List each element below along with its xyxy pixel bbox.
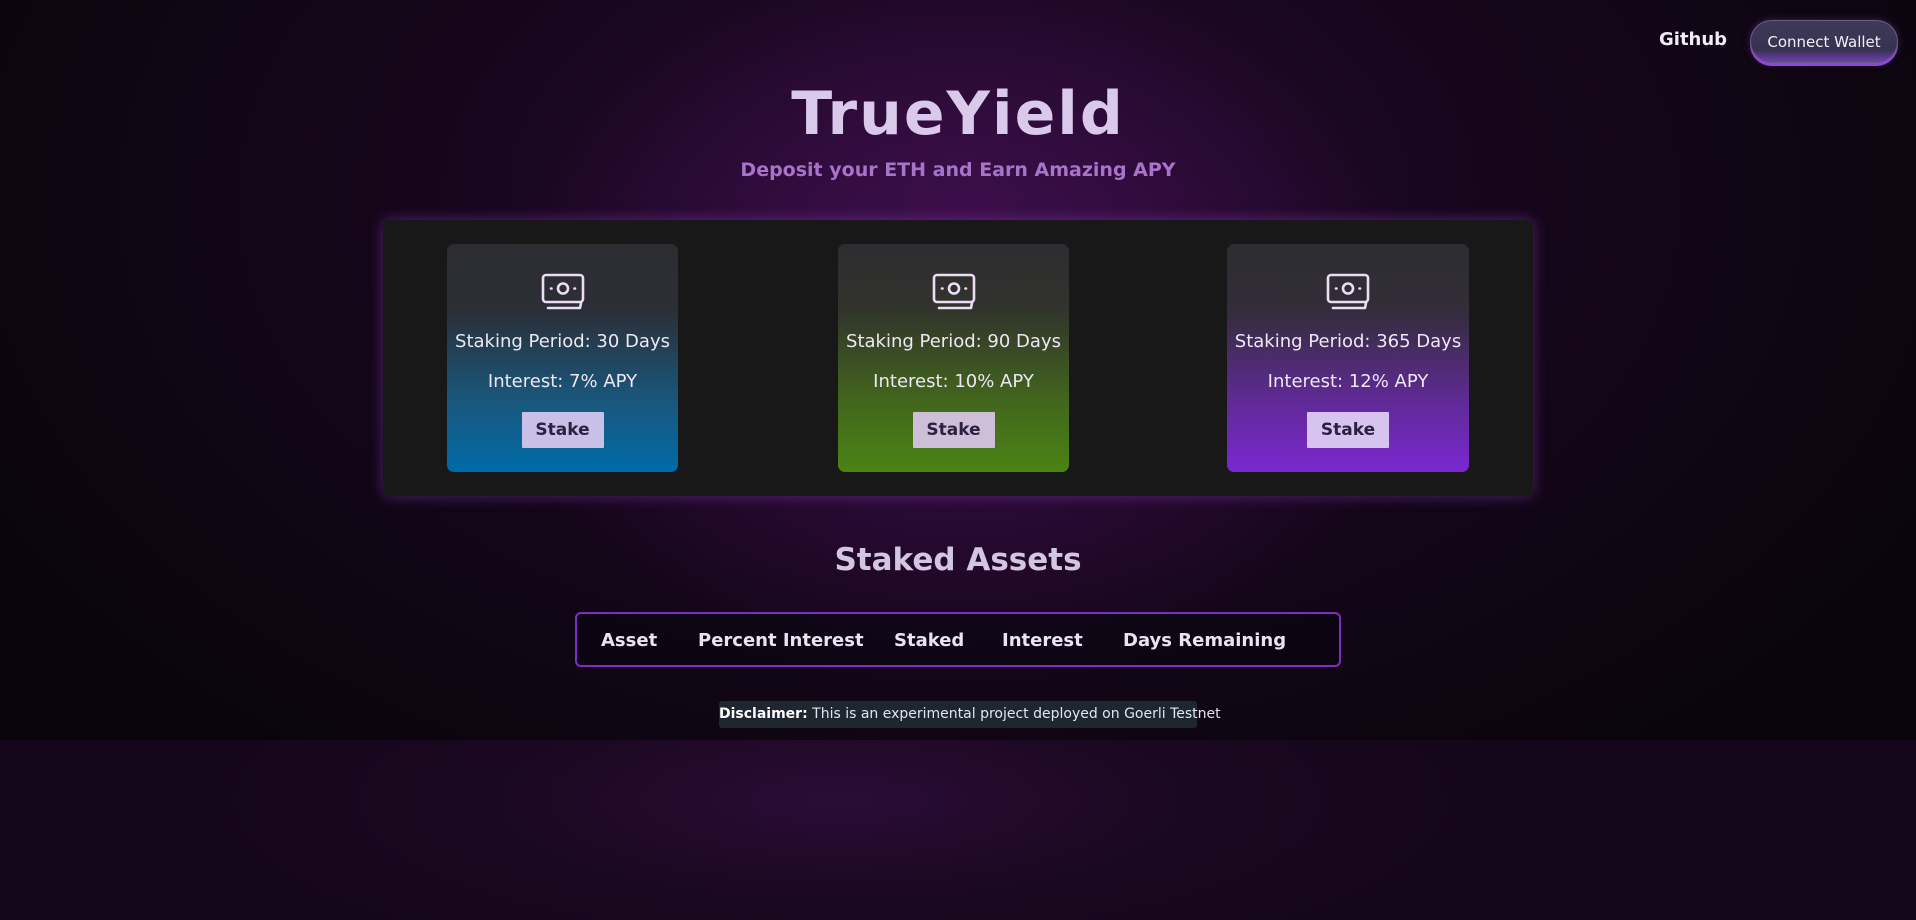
disclaimer-label: Disclaimer: [719, 706, 808, 722]
money-icon [932, 273, 975, 310]
staking-options-panel: Staking Period: 30 Days Interest: 7% APY… [383, 220, 1533, 496]
stake-button-90-days[interactable]: Stake [912, 412, 995, 448]
interest-label: Interest: 12% APY [1267, 371, 1429, 392]
app-title: TrueYield [791, 79, 1125, 149]
money-icon [541, 273, 584, 310]
page-background-lower [0, 740, 1916, 920]
column-header-asset: Asset [601, 630, 658, 651]
column-header-days-remaining: Days Remaining [1123, 630, 1287, 651]
stake-button-365-days[interactable]: Stake [1307, 412, 1389, 448]
connect-wallet-button[interactable]: Connect Wallet [1750, 20, 1898, 63]
staked-assets-title: Staked Assets [834, 542, 1082, 578]
column-header-interest: Interest [1002, 630, 1083, 651]
staking-period-label: Staking Period: 90 Days [846, 331, 1061, 352]
money-icon [1326, 273, 1370, 310]
stake-button-30-days[interactable]: Stake [521, 412, 604, 448]
staking-card-90-days: Staking Period: 90 Days Interest: 10% AP… [838, 244, 1069, 472]
column-header-percent-interest: Percent Interest [698, 630, 864, 651]
column-header-staked: Staked [894, 630, 965, 651]
disclaimer-banner: Disclaimer: This is an experimental proj… [719, 701, 1221, 728]
github-link[interactable]: Github [1659, 29, 1727, 50]
interest-label: Interest: 7% APY [487, 371, 638, 392]
staking-card-365-days: Staking Period: 365 Days Interest: 12% A… [1227, 244, 1469, 472]
staking-period-label: Staking Period: 30 Days [455, 331, 670, 352]
app-subtitle: Deposit your ETH and Earn Amazing APY [740, 159, 1176, 181]
staking-card-30-days: Staking Period: 30 Days Interest: 7% APY… [447, 244, 678, 472]
staking-period-label: Staking Period: 365 Days [1234, 331, 1462, 352]
interest-label: Interest: 10% APY [873, 371, 1034, 392]
staked-assets-table: Asset Percent Interest Staked Interest D… [575, 612, 1341, 667]
disclaimer-text: This is an experimental project deployed… [812, 706, 1221, 722]
